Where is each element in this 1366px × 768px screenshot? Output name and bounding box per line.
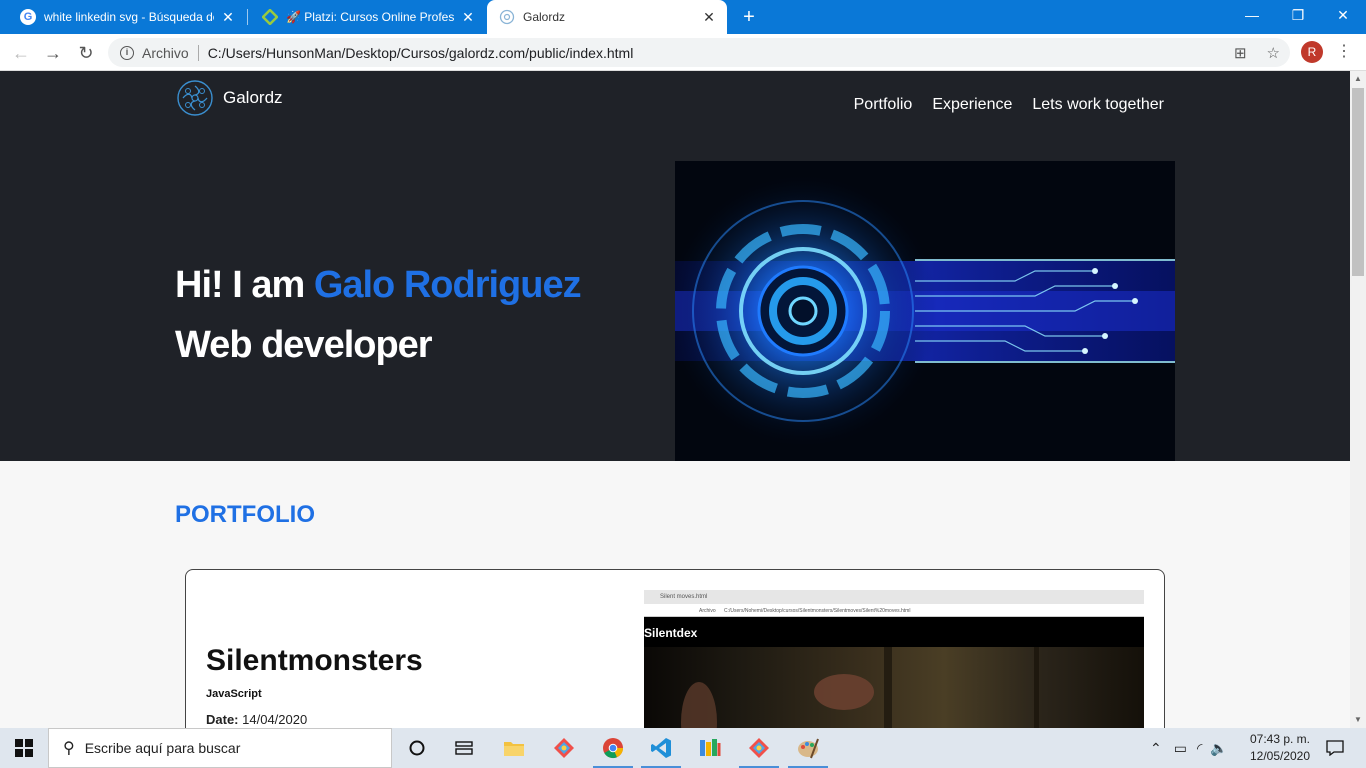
gitkraken-window-icon[interactable] — [735, 728, 783, 768]
nav-link-portfolio[interactable]: Portfolio — [854, 96, 913, 114]
search-icon: ⚲ — [63, 740, 75, 757]
task-view-icon[interactable] — [440, 728, 488, 768]
tab-google-search[interactable]: G white linkedin svg - Búsqueda de ✕ — [8, 0, 246, 34]
new-tab-button[interactable]: + — [737, 5, 761, 29]
windows-logo-icon — [15, 739, 33, 757]
tab-strip: G white linkedin svg - Búsqueda de ✕ 🚀 P… — [0, 0, 1366, 34]
taskbar-search[interactable]: ⚲ Escribe aquí para buscar — [48, 728, 392, 768]
project-date: Date: 14/04/2020 — [206, 712, 307, 727]
info-icon[interactable]: i — [120, 45, 134, 60]
translate-icon[interactable]: ⊞ — [1234, 44, 1247, 62]
hero-image — [675, 161, 1175, 461]
bookmark-star-icon[interactable]: ☆ — [1267, 44, 1280, 62]
tab-galordz[interactable]: Galordz ✕ — [487, 0, 727, 34]
clock-date: 12/05/2020 — [1249, 749, 1311, 763]
logo-text: Galordz — [223, 88, 283, 107]
portfolio-heading: PORTFOLIO — [175, 501, 315, 528]
profile-avatar[interactable]: R — [1301, 41, 1323, 63]
start-button[interactable] — [0, 728, 48, 768]
hero-line-1: Hi! I am Galo Rodriguez — [175, 255, 582, 315]
address-actions: ⊞ ☆ — [1234, 44, 1280, 62]
menu-kebab-icon[interactable]: ⋮ — [1336, 40, 1352, 64]
tab-title: white linkedin svg - Búsqueda de — [44, 10, 214, 24]
notifications-icon[interactable] — [1320, 728, 1350, 768]
restore-button[interactable]: ❐ — [1275, 0, 1321, 30]
volume-icon[interactable]: 🔈 — [1210, 740, 1227, 757]
project-card[interactable]: Silentmonsters JavaScript Date: 14/04/20… — [185, 569, 1165, 728]
page-scrollbar[interactable]: ▲ ▼ — [1350, 71, 1366, 728]
site-logo[interactable]: Galordz — [177, 80, 283, 116]
galordz-icon — [499, 9, 515, 25]
screenshot-address-url: C:/Users/Nohemi/Desktop/cursos/Silentmon… — [724, 608, 911, 614]
platzi-icon — [262, 9, 278, 25]
clock-time: 07:43 p. m. — [1249, 732, 1311, 746]
project-title: Silentmonsters — [206, 644, 423, 677]
forward-arrow-icon[interactable]: → — [40, 40, 66, 66]
gitkraken-icon[interactable] — [540, 728, 588, 768]
screenshot-address-label: Archivo — [699, 608, 716, 614]
date-value: 14/04/2020 — [242, 712, 308, 727]
chrome-icon[interactable] — [589, 728, 637, 768]
close-tab-icon[interactable]: ✕ — [220, 9, 236, 26]
back-arrow-icon[interactable]: ← — [8, 40, 34, 66]
google-icon: G — [20, 9, 36, 25]
cortana-icon[interactable] — [393, 728, 441, 768]
screenshot-tabbar: Silent moves.html — [644, 590, 1144, 604]
scrollbar-thumb[interactable] — [1352, 88, 1364, 276]
tab-platzi[interactable]: 🚀 Platzi: Cursos Online Profesion ✕ — [250, 0, 486, 34]
browser-toolbar: ← → ↻ i Archivo C:/Users/HunsonMan/Deskt… — [0, 34, 1366, 71]
screenshot-tab-title: Silent moves.html — [660, 594, 708, 600]
tab-separator — [247, 9, 248, 25]
close-tab-icon[interactable]: ✕ — [460, 9, 476, 26]
address-url[interactable]: C:/Users/HunsonMan/Desktop/Cursos/galord… — [208, 45, 634, 61]
screenshot-image — [644, 647, 1144, 728]
search-placeholder: Escribe aquí para buscar — [84, 740, 241, 756]
page-viewport: Galordz Portfolio Experience Lets work t… — [0, 71, 1350, 728]
tab-title: Galordz — [523, 10, 566, 24]
tech-eye-illustration — [675, 176, 1175, 446]
address-separator — [197, 44, 199, 61]
paint-icon[interactable] — [784, 728, 832, 768]
screenshot-art — [681, 647, 1039, 728]
scroll-up-icon[interactable]: ▲ — [1350, 71, 1366, 87]
screenshot-addressbar: Archivo C:/Users/Nohemi/Desktop/cursos/S… — [644, 604, 1144, 617]
galordz-logo-icon — [177, 80, 213, 116]
app-icon[interactable] — [686, 728, 734, 768]
project-tag: JavaScript — [206, 688, 262, 700]
chevron-up-icon[interactable]: ⌃ — [1150, 740, 1162, 757]
nav-link-experience[interactable]: Experience — [932, 96, 1012, 114]
hero-name: Galo Rodriguez — [313, 264, 582, 306]
battery-icon[interactable]: ▭ — [1174, 740, 1187, 757]
hero-section: Galordz Portfolio Experience Lets work t… — [0, 71, 1350, 461]
hero-greeting: Hi! I am — [175, 264, 314, 306]
minimize-button[interactable]: — — [1229, 0, 1275, 30]
reload-icon[interactable]: ↻ — [73, 40, 99, 66]
screenshot-heading: Silentdex — [644, 617, 1144, 647]
taskbar: ⚲ Escribe aquí para buscar ⌃ ▭ ◜ 🔈 07:43… — [0, 728, 1366, 768]
scroll-down-icon[interactable]: ▼ — [1350, 712, 1366, 728]
close-window-button[interactable]: ✕ — [1320, 0, 1366, 30]
project-screenshot[interactable]: Silent moves.html Archivo C:/Users/Nohem… — [644, 590, 1144, 728]
file-explorer-icon[interactable] — [490, 728, 538, 768]
hero-headline: Hi! I am Galo Rodriguez Web developer — [175, 255, 582, 375]
address-bar[interactable]: i Archivo C:/Users/HunsonMan/Desktop/Cur… — [108, 38, 1290, 67]
tab-title: 🚀 Platzi: Cursos Online Profesion — [286, 10, 454, 24]
vscode-icon[interactable] — [637, 728, 685, 768]
nav-link-contact[interactable]: Lets work together — [1032, 96, 1164, 114]
wifi-icon[interactable]: ◜ — [1197, 740, 1202, 757]
address-scheme-label: Archivo — [142, 44, 189, 61]
system-tray: ⌃ ▭ ◜ 🔈 — [1150, 728, 1228, 768]
hero-role: Web developer — [175, 324, 433, 366]
date-label: Date: — [206, 712, 239, 727]
taskbar-clock[interactable]: 07:43 p. m. 12/05/2020 — [1240, 731, 1320, 765]
close-tab-icon[interactable]: ✕ — [701, 9, 717, 26]
main-nav: Portfolio Experience Lets work together — [854, 96, 1164, 114]
